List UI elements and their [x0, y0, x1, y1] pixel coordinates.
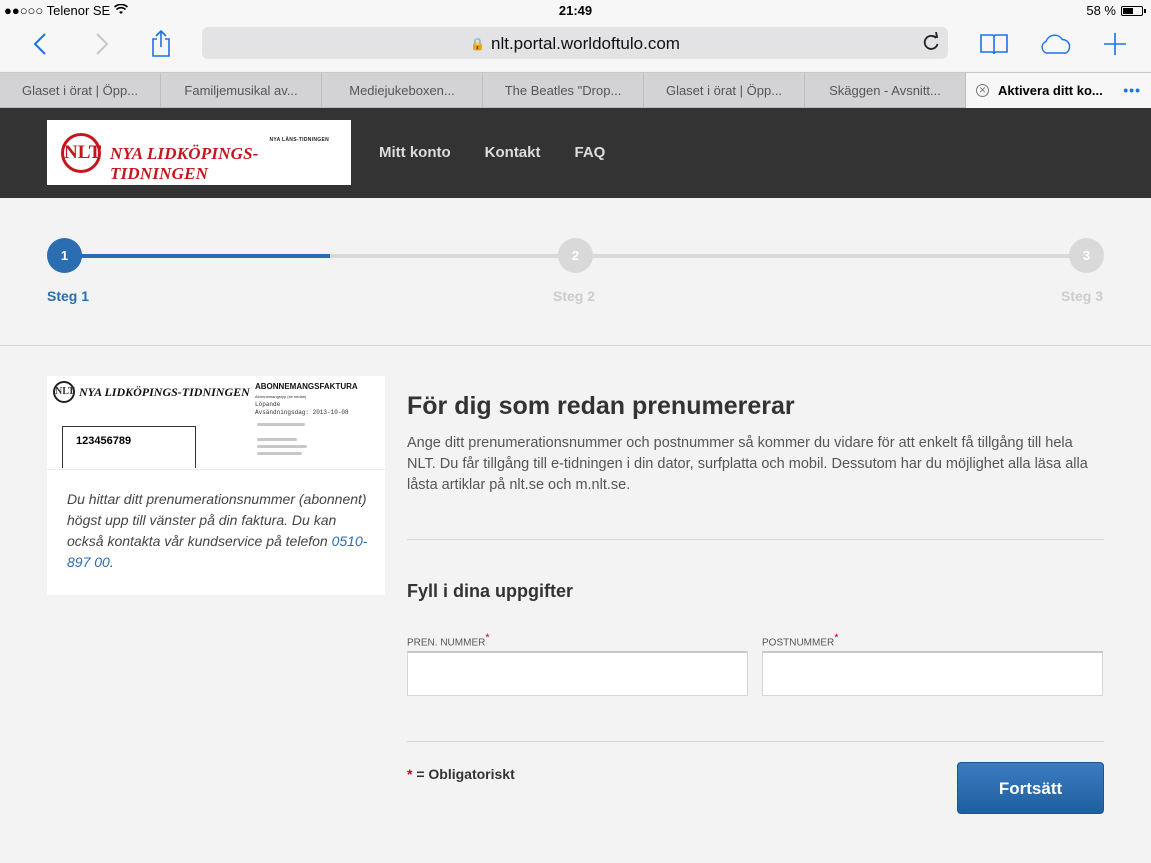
progress-fill — [64, 254, 330, 258]
share-icon[interactable] — [143, 26, 179, 62]
form-title: Fyll i dina uppgifter — [407, 581, 573, 601]
subscription-number-label: PREN. NUMMER* — [407, 632, 490, 649]
more-icon[interactable]: ••• — [1123, 73, 1141, 108]
new-tab-icon[interactable] — [1097, 26, 1133, 62]
back-icon[interactable] — [22, 26, 58, 62]
address-bar[interactable]: 🔒 nlt.portal.worldoftulo.com — [202, 27, 948, 59]
nav-my-account[interactable]: Mitt konto — [379, 144, 451, 161]
subscription-number-example: 123456789 — [76, 435, 132, 447]
bookmarks-icon[interactable] — [976, 26, 1012, 62]
step-3-indicator: 3 — [1069, 238, 1104, 273]
blurred-text — [257, 423, 305, 426]
tab[interactable]: Glaset i örat | Öpp... — [644, 73, 805, 108]
clock: 21:49 — [558, 3, 593, 18]
invoice-example-image: NLT NYA LIDKÖPINGS-TIDNINGEN ABONNEMANGS… — [47, 376, 385, 470]
page-title: För dig som redan prenumererar — [407, 392, 795, 420]
tab[interactable]: Glaset i örat | Öpp... — [0, 73, 161, 108]
battery-info: 58 % — [1086, 3, 1146, 18]
tab-active[interactable]: ✕ Aktivera ditt ko... ••• — [966, 73, 1151, 108]
battery-percent: 58 % — [1086, 3, 1116, 18]
invoice-title: ABONNEMANGSFAKTURA — [255, 382, 358, 391]
cloud-tabs-icon[interactable] — [1038, 26, 1074, 62]
postal-code-input[interactable] — [762, 651, 1103, 696]
continue-button[interactable]: Fortsätt — [957, 762, 1104, 814]
lock-icon: 🔒 — [470, 37, 485, 51]
url-text: nlt.portal.worldoftulo.com — [490, 34, 680, 53]
invoice-logo: NLT NYA LIDKÖPINGS-TIDNINGEN — [53, 381, 250, 403]
forward-icon[interactable] — [84, 26, 120, 62]
divider — [407, 539, 1104, 540]
main-nav: Mitt konto Kontakt FAQ — [379, 144, 605, 161]
blurred-text — [257, 452, 302, 455]
tab-bar: Glaset i örat | Öpp... Familjemusikal av… — [0, 72, 1151, 108]
tab[interactable]: Familjemusikal av... — [161, 73, 322, 108]
subscription-number-box: 123456789 — [62, 426, 196, 468]
site-header: NLT NYA LÄNS-TIDNINGEN NYA LIDKÖPINGS-TI… — [0, 108, 1151, 198]
battery-icon — [1121, 5, 1146, 16]
nav-faq[interactable]: FAQ — [575, 144, 606, 161]
help-text: Du hittar ditt prenumerationsnummer (abo… — [67, 491, 368, 570]
invoice-meta: Abonnemangstyp (se nedan) Löpande Avsänd… — [255, 394, 349, 416]
help-card: NLT NYA LIDKÖPINGS-TIDNINGEN ABONNEMANGS… — [47, 376, 385, 595]
tab[interactable]: Skäggen - Avsnitt... — [805, 73, 966, 108]
required-legend: * = Obligatoriskt — [407, 766, 515, 782]
site-logo[interactable]: NLT NYA LÄNS-TIDNINGEN NYA LIDKÖPINGS-TI… — [47, 120, 351, 185]
postal-code-label: POSTNUMMER* — [762, 632, 839, 649]
step-3-label: Steg 3 — [1061, 288, 1104, 304]
tab[interactable]: Mediejukeboxen... — [322, 73, 483, 108]
intro-text: Ange ditt prenumerationsnummer och postn… — [407, 435, 1088, 493]
browser-toolbar: 🔒 nlt.portal.worldoftulo.com — [0, 20, 1151, 70]
logo-mark: NLT — [61, 133, 101, 173]
invoice-logo-name: NYA LIDKÖPINGS-TIDNINGEN — [79, 384, 250, 399]
tab[interactable]: The Beatles "Drop... — [483, 73, 644, 108]
step-1-indicator: 1 — [47, 238, 82, 273]
status-bar: ●●○○○ Telenor SE 21:49 58 % — [0, 0, 1151, 20]
nav-contact[interactable]: Kontakt — [485, 144, 541, 161]
reload-icon[interactable] — [922, 31, 940, 57]
subscription-number-input[interactable] — [407, 651, 748, 696]
invoice-logo-mark: NLT — [53, 381, 75, 403]
step-1-label: Steg 1 — [47, 288, 90, 304]
divider — [407, 741, 1104, 742]
step-2-label: Steg 2 — [553, 288, 596, 304]
logo-subtitle: NYA LÄNS-TIDNINGEN — [269, 137, 329, 143]
logo-name: NYA LIDKÖPINGS-TIDNINGEN — [110, 144, 259, 183]
blurred-text — [257, 438, 297, 441]
step-2-indicator: 2 — [558, 238, 593, 273]
blurred-text — [257, 445, 307, 448]
close-tab-icon[interactable]: ✕ — [976, 84, 989, 97]
step-progress: 1 2 3 Steg 1 Steg 2 Steg 3 — [0, 198, 1151, 346]
tab-active-label: Aktivera ditt ko... — [998, 83, 1103, 98]
